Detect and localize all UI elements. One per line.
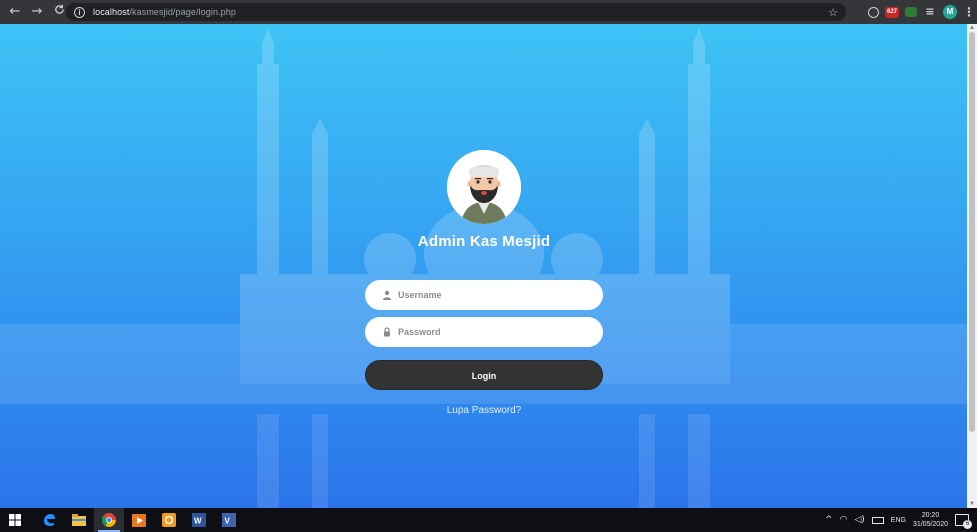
orange-app-icon[interactable]	[154, 508, 184, 532]
username-input[interactable]	[398, 290, 588, 300]
extensions-area: 627 ≡ M ⋮	[868, 3, 975, 21]
chrome-icon[interactable]	[94, 508, 124, 532]
page-scrollbar[interactable]: ▲ ▼	[967, 24, 977, 508]
globe-extension-icon[interactable]	[868, 6, 879, 18]
username-field[interactable]	[365, 280, 603, 310]
svg-text:V: V	[225, 517, 231, 526]
word-icon[interactable]: W	[184, 508, 214, 532]
login-button[interactable]: Login	[365, 360, 603, 390]
forgot-password-link[interactable]: Lupa Password?	[404, 405, 564, 416]
edge-icon[interactable]	[34, 508, 64, 532]
login-card: Admin Kas Mesjid Login Lupa Password?	[0, 24, 967, 508]
media-player-icon[interactable]	[124, 508, 154, 532]
wifi-icon[interactable]: ◠	[839, 515, 847, 525]
badge-extension-icon[interactable]: 627	[885, 6, 899, 18]
imam-avatar-icon	[447, 150, 521, 224]
admin-avatar	[447, 150, 521, 224]
vs-icon[interactable]: V	[214, 508, 244, 532]
login-title: Admin Kas Mesjid	[417, 233, 551, 250]
url-text: localhost/kasmesjid/page/login.php	[93, 7, 236, 17]
keyboard-icon[interactable]	[871, 516, 884, 524]
password-input[interactable]	[398, 327, 588, 337]
windows-start-icon[interactable]	[0, 508, 30, 532]
media-control-icon[interactable]: ≡	[923, 5, 937, 19]
notification-center-icon[interactable]: 6	[955, 514, 972, 529]
user-icon	[383, 290, 391, 300]
scrollbar-thumb[interactable]	[969, 32, 975, 432]
info-icon[interactable]: i	[74, 6, 85, 18]
scroll-up-icon[interactable]: ▲	[969, 25, 975, 31]
green-extension-icon[interactable]	[905, 7, 917, 17]
clock[interactable]: 20:20 31/05/2020	[913, 511, 948, 529]
file-explorer-icon[interactable]	[64, 508, 94, 532]
forward-icon[interactable]: →	[28, 3, 46, 21]
windows-taskbar: W V ^ ◠ ◁) ENG 20:20 31/05/2020 6	[0, 508, 977, 532]
language-indicator[interactable]: ENG	[891, 517, 906, 524]
chevron-up-icon[interactable]: ^	[825, 515, 833, 525]
star-icon[interactable]: ☆	[828, 6, 838, 19]
browser-toolbar: ← → i localhost/kasmesjid/page/login.php…	[0, 0, 977, 24]
back-icon[interactable]: ←	[6, 3, 24, 21]
browser-menu-icon[interactable]: ⋮	[963, 5, 975, 19]
login-page: Admin Kas Mesjid Login Lupa Password?	[0, 24, 967, 508]
password-field[interactable]	[365, 317, 603, 347]
scroll-down-icon[interactable]: ▼	[969, 501, 975, 507]
volume-icon[interactable]: ◁)	[854, 515, 864, 525]
profile-avatar[interactable]: M	[943, 5, 957, 19]
svg-text:W: W	[194, 517, 202, 526]
address-bar[interactable]: i localhost/kasmesjid/page/login.php ☆	[66, 3, 846, 21]
lock-icon	[384, 327, 390, 337]
system-tray: ^ ◠ ◁) ENG 20:20 31/05/2020 6	[825, 508, 977, 532]
